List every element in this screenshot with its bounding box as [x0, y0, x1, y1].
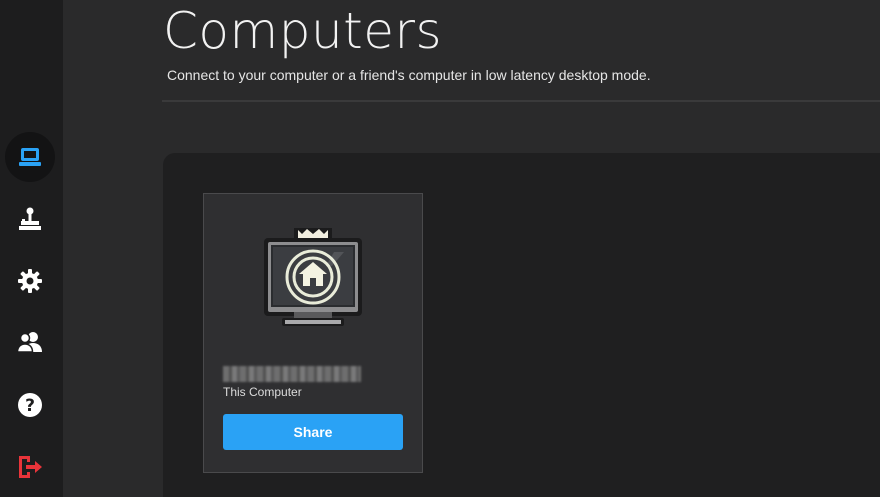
sidebar-item-help[interactable]: ? [5, 380, 55, 430]
computer-subtitle: This Computer [223, 385, 302, 399]
svg-text:?: ? [25, 396, 35, 416]
sidebar-item-computers[interactable] [5, 132, 55, 182]
logout-icon [19, 456, 42, 478]
sidebar: ? [0, 0, 63, 497]
sidebar-item-friends[interactable] [5, 317, 55, 367]
computer-name [223, 366, 361, 382]
share-button[interactable]: Share [223, 414, 403, 450]
joystick-icon [19, 207, 41, 230]
gear-icon [18, 269, 42, 293]
main-content: Computers Connect to your computer or a … [63, 0, 880, 497]
sidebar-item-logout[interactable] [5, 442, 55, 492]
help-icon: ? [18, 393, 42, 417]
laptop-icon [19, 148, 41, 166]
computer-card[interactable]: This Computer Share [203, 193, 423, 473]
sidebar-item-arcade[interactable] [5, 194, 55, 244]
page-subtitle: Connect to your computer or a friend's c… [167, 67, 651, 83]
home-monitor-icon [264, 228, 362, 326]
computers-panel: This Computer Share [163, 153, 880, 497]
divider [162, 100, 880, 102]
sidebar-item-settings[interactable] [5, 256, 55, 306]
users-icon [17, 332, 42, 353]
page-title: Computers [163, 2, 443, 60]
